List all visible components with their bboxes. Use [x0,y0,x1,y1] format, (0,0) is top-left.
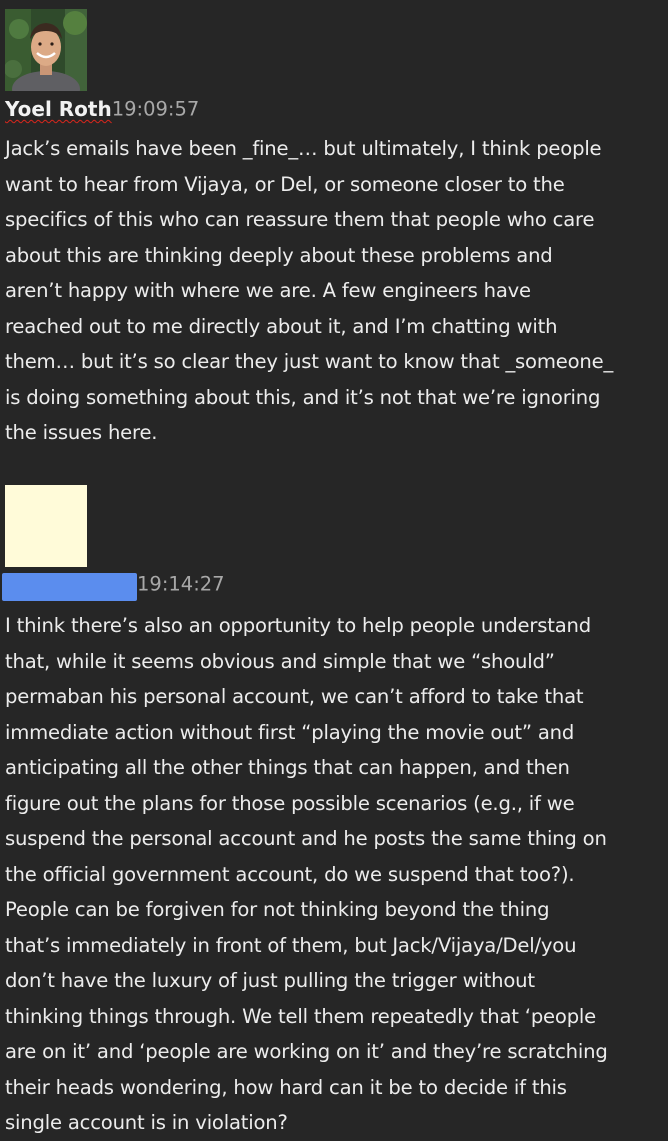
message-body: I think there’s also an opportunity to h… [5,608,665,1141]
message-line: thinking things through. We tell them re… [5,1004,597,1028]
message-line: specifics of this who can reassure them … [5,208,595,231]
message-line: that’s immediately in front of them, but… [5,933,577,957]
avatar[interactable] [5,9,87,91]
message-line: them… but it’s so clear they just want t… [5,350,614,373]
message-line: suspend the personal account and he post… [5,827,607,850]
message-body: Jack’s emails have been _fine_… but ulti… [5,131,665,451]
avatar-redacted[interactable] [5,485,87,567]
author-name-redacted[interactable] [2,573,137,601]
message-line: about this are thinking deeply about the… [5,243,553,267]
message-line: is doing something about this, and it’s … [5,385,601,409]
message-header: 19:14:27 [137,572,225,602]
timestamp: 19:14:27 [137,572,225,596]
message-line: I think there’s also an opportunity to h… [5,614,592,637]
message-line: anticipating all the other things that c… [5,756,570,779]
message-line: People can be forgiven for not thinking … [5,898,550,921]
redaction-box [5,485,87,567]
message-line: single account is in violation? [5,1111,288,1134]
message-line: want to hear from Vijaya, or Del, or som… [5,172,565,196]
avatar-photo [5,9,87,91]
message-line: are on it’ and ‘people are working on it… [5,1040,608,1063]
message-line: don’t have the luxury of just pulling th… [5,969,535,992]
message-line: permaban his personal account, we can’t … [5,685,584,708]
message-line: immediate action without first “playing … [5,720,575,744]
message-line: their heads wondering, how hard can it b… [5,1075,567,1099]
message-header: Yoel Roth19:09:57 [5,97,199,127]
message-line: that, while it seems obvious and simple … [5,649,555,673]
timestamp: 19:09:57 [111,97,200,121]
message-line: Jack’s emails have been _fine_… but ulti… [5,137,602,160]
message-line: reached out to me directly about it, and… [5,314,558,338]
message-line: the official government account, do we s… [5,862,575,886]
message-line: the issues here. [5,421,158,444]
message-line: aren’t happy with where we are. A few en… [5,279,531,302]
message-line: figure out the plans for those possible … [5,791,575,815]
author-name[interactable]: Yoel Roth [5,97,112,121]
